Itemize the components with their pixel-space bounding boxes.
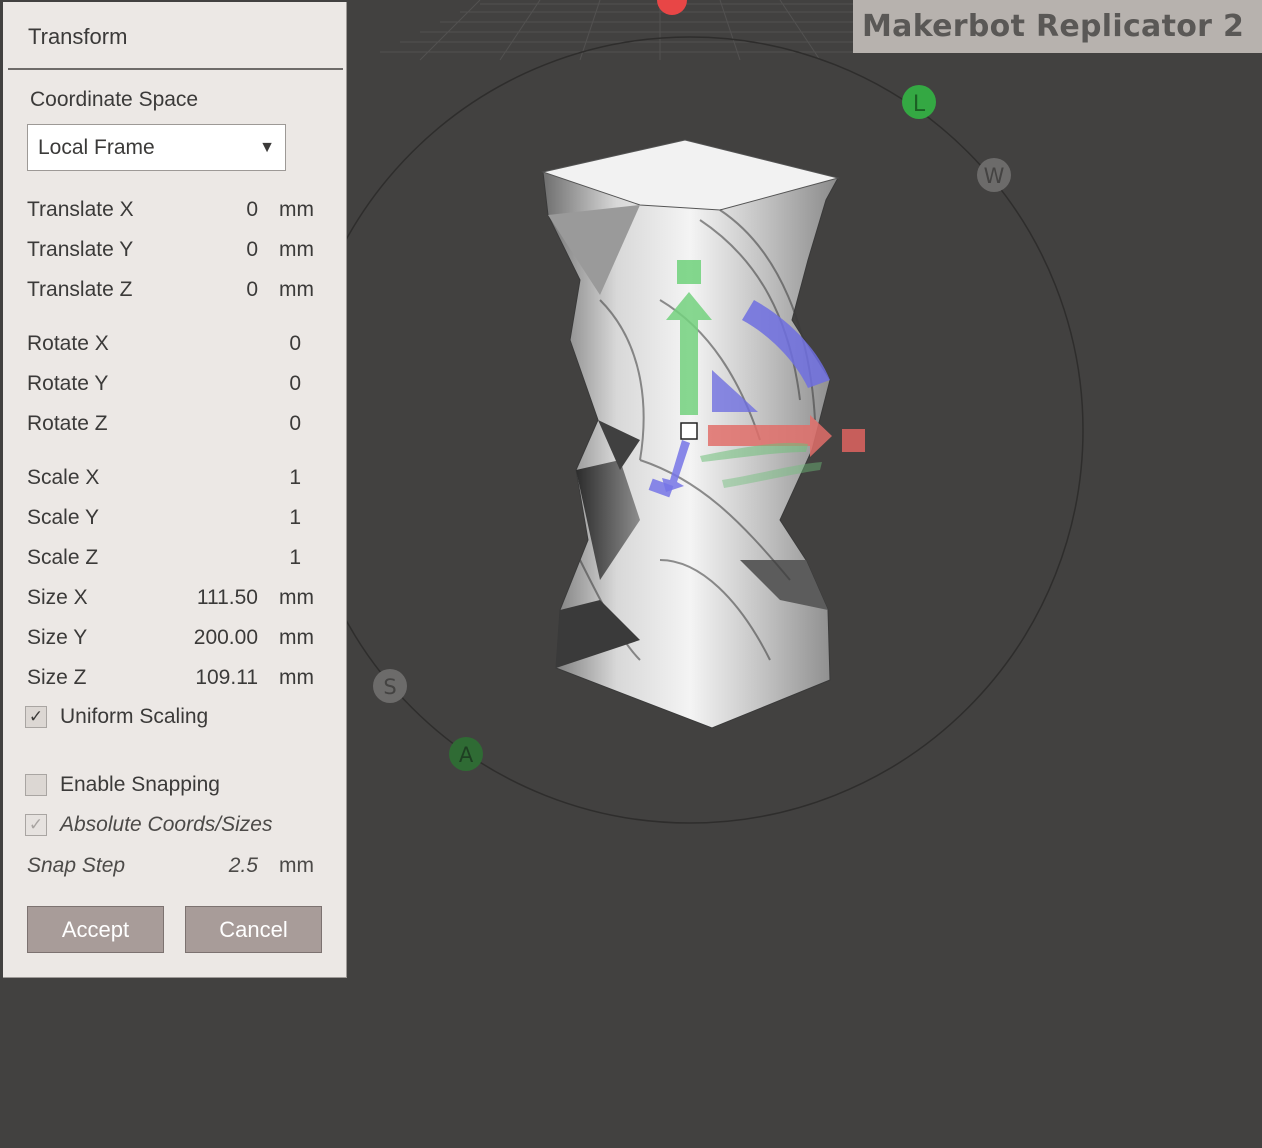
panel-title: Transform — [28, 24, 128, 49]
coordinate-space-label: Coordinate Space — [30, 88, 199, 111]
gizmo-center-handle[interactable] — [680, 422, 698, 440]
printer-name-label: Makerbot Replicator 2 — [853, 0, 1262, 53]
scale-y-row: Scale Y 1 — [3, 506, 347, 534]
scale-x-field[interactable]: 1 — [289, 466, 301, 490]
compass-marker-w[interactable]: W — [977, 158, 1011, 192]
size-x-label: Size X — [27, 586, 88, 609]
uniform-scaling-label: Uniform Scaling — [60, 705, 209, 728]
rotate-x-row: Rotate X 0 — [3, 332, 347, 360]
snap-step-row: Snap Step 2.5 mm — [3, 854, 347, 882]
translate-x-field[interactable]: 0 — [246, 198, 258, 222]
compass-marker-l[interactable]: L — [902, 85, 936, 119]
size-z-row: Size Z 109.11 mm — [3, 666, 347, 694]
scale-y-field[interactable]: 1 — [289, 506, 301, 530]
scale-z-label: Scale Z — [27, 546, 99, 569]
size-z-unit: mm — [279, 666, 314, 689]
snap-step-unit: mm — [279, 854, 314, 877]
rotate-y-field[interactable]: 0 — [289, 372, 301, 396]
enable-snapping-label: Enable Snapping — [60, 773, 220, 796]
size-x-unit: mm — [279, 586, 314, 609]
rotate-z-label: Rotate Z — [27, 412, 108, 435]
compass-marker-a-label: A — [459, 743, 474, 767]
absolute-coords-label: Absolute Coords/Sizes — [60, 813, 273, 836]
translate-x-label: Translate X — [27, 198, 134, 221]
scale-y-handle[interactable] — [677, 260, 701, 284]
rotate-y-row: Rotate Y 0 — [3, 372, 347, 400]
translate-y-label: Translate Y — [27, 238, 134, 261]
size-y-label: Size Y — [27, 626, 88, 649]
coordinate-space-dropdown[interactable]: Local Frame ▼ — [27, 124, 286, 171]
scale-y-label: Scale Y — [27, 506, 99, 529]
compass-marker-w-label: W — [984, 164, 1005, 188]
size-z-label: Size Z — [27, 666, 87, 689]
translate-x-row: Translate X 0 mm — [3, 198, 347, 226]
uniform-scaling-checkbox[interactable]: ✓ — [25, 706, 47, 728]
compass-marker-top[interactable] — [657, 0, 687, 15]
size-x-field[interactable]: 111.50 — [197, 586, 258, 610]
rotate-x-field[interactable]: 0 — [289, 332, 301, 356]
translate-y-field[interactable]: 0 — [246, 238, 258, 262]
enable-snapping-checkbox[interactable] — [25, 774, 47, 796]
translate-y-row: Translate Y 0 mm — [3, 238, 347, 266]
transform-panel: Transform Coordinate Space Local Frame ▼… — [3, 2, 347, 978]
scale-x-label: Scale X — [27, 466, 100, 489]
size-y-unit: mm — [279, 626, 314, 649]
scale-z-field[interactable]: 1 — [289, 546, 301, 570]
compass-marker-s-label: S — [383, 675, 396, 699]
translate-z-unit: mm — [279, 278, 314, 301]
accept-button[interactable]: Accept — [27, 906, 164, 953]
chevron-down-icon: ▼ — [259, 139, 275, 156]
rotate-x-label: Rotate X — [27, 332, 109, 355]
size-y-row: Size Y 200.00 mm — [3, 626, 347, 654]
scale-x-row: Scale X 1 — [3, 466, 347, 494]
rotate-z-row: Rotate Z 0 — [3, 412, 347, 440]
scale-z-row: Scale Z 1 — [3, 546, 347, 574]
translate-z-label: Translate Z — [27, 278, 133, 301]
size-y-field[interactable]: 200.00 — [194, 626, 258, 650]
title-divider — [8, 68, 343, 70]
compass-marker-l-label: L — [913, 92, 926, 117]
scale-x-handle[interactable] — [842, 429, 865, 452]
cancel-button[interactable]: Cancel — [185, 906, 322, 953]
size-x-row: Size X 111.50 mm — [3, 586, 347, 614]
translate-y-unit: mm — [279, 238, 314, 261]
snap-step-label: Snap Step — [27, 854, 126, 877]
size-z-field[interactable]: 109.11 — [195, 666, 258, 690]
translate-z-row: Translate Z 0 mm — [3, 278, 347, 306]
build-plate-grid — [380, 0, 880, 61]
translate-z-field[interactable]: 0 — [246, 278, 258, 302]
translate-x-unit: mm — [279, 198, 314, 221]
coordinate-space-value: Local Frame — [38, 136, 155, 159]
compass-marker-s[interactable]: S — [373, 669, 407, 703]
compass-marker-a[interactable]: A — [449, 737, 483, 771]
absolute-coords-checkbox: ✓ — [25, 814, 47, 836]
rotate-z-field[interactable]: 0 — [289, 412, 301, 436]
rotate-y-label: Rotate Y — [27, 372, 109, 395]
snap-step-field: 2.5 — [228, 854, 258, 877]
